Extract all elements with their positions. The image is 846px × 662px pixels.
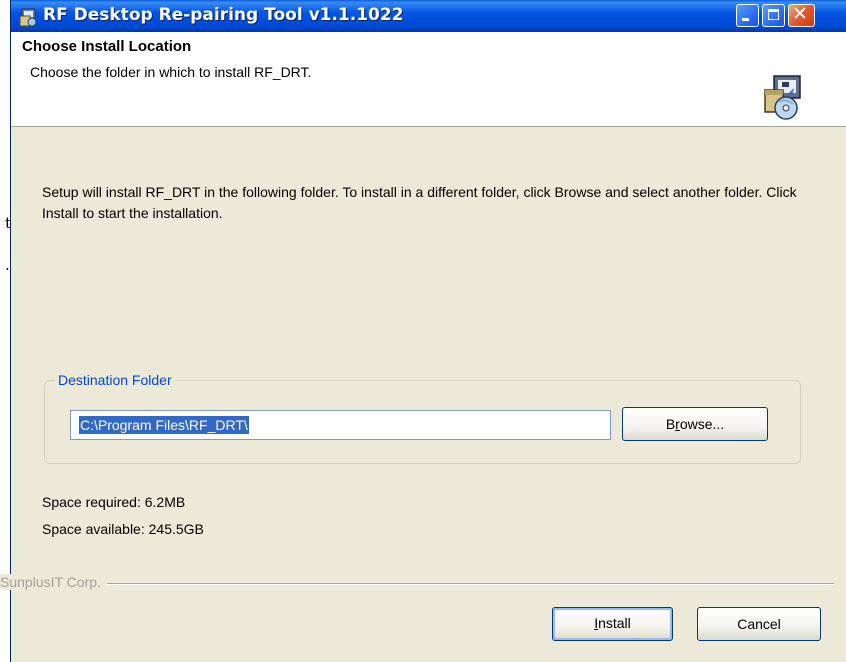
installer-window: RF Desktop Re-pairing Tool v1.1.1022 ✕	[10, 0, 846, 662]
destination-folder-label: Destination Folder	[55, 372, 175, 388]
destination-path-value: C:\Program Files\RF_DRT\	[79, 416, 249, 434]
browse-label-suffix: owse...	[679, 416, 725, 432]
footer-divider	[8, 583, 834, 585]
cancel-button[interactable]: Cancel	[697, 607, 821, 641]
close-button[interactable]: ✕	[788, 3, 815, 27]
install-button[interactable]: Install	[552, 607, 673, 641]
maximize-icon	[768, 9, 779, 20]
title-bar[interactable]: RF Desktop Re-pairing Tool v1.1.1022 ✕	[11, 0, 846, 32]
destination-path-input[interactable]: C:\Program Files\RF_DRT\	[70, 410, 611, 440]
page-subtitle: Choose the folder in which to install RF…	[30, 64, 312, 80]
browse-button[interactable]: Browse...	[622, 407, 768, 441]
space-required-text: Space required: 6.2MB	[42, 494, 186, 510]
install-label-suffix: nstall	[598, 615, 631, 631]
instructions-text: Setup will install RF_DRT in the followi…	[42, 184, 797, 221]
brand-label: SunplusIT Corp.	[0, 574, 107, 590]
minimize-icon	[742, 18, 749, 21]
installer-icon	[764, 75, 801, 120]
close-icon: ✕	[792, 3, 808, 25]
minimize-button[interactable]	[736, 4, 759, 27]
maximize-button[interactable]	[762, 4, 785, 27]
window-title: RF Desktop Re-pairing Tool v1.1.1022	[43, 5, 404, 25]
page-title: Choose Install Location	[22, 38, 192, 55]
space-available-text: Space available: 245.5GB	[42, 521, 204, 537]
browse-label-prefix: B	[665, 416, 676, 432]
app-icon[interactable]	[19, 7, 39, 27]
